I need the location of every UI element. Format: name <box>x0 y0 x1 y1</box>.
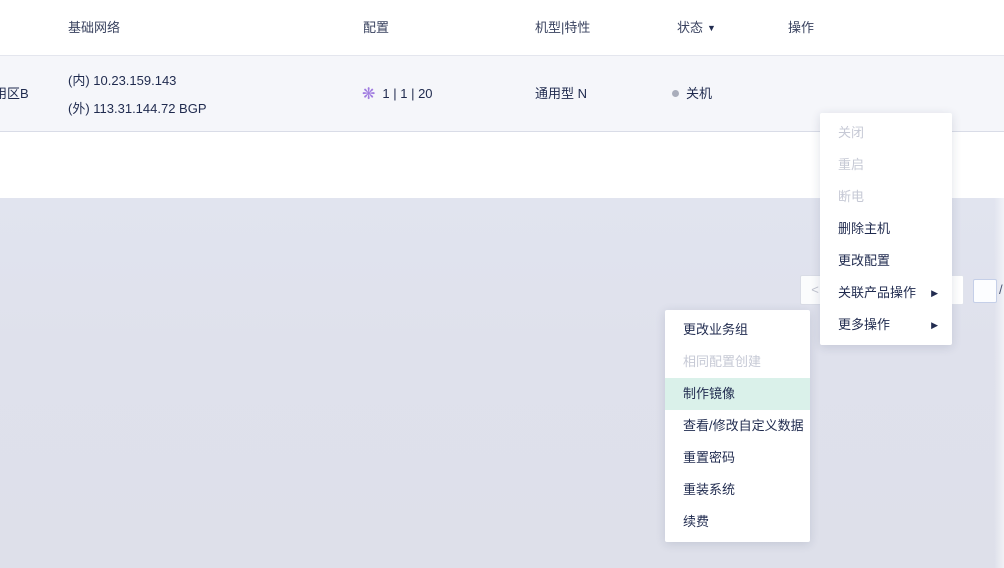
menu-item-view-edit-custom-data[interactable]: 查看/修改自定义数据 <box>665 410 810 442</box>
status-dot-icon <box>672 90 679 97</box>
status-text: 关机 <box>686 86 712 101</box>
console-page: 基础网络 配置 机型|特性 状态 ▼ 操作 可用区B (内) 10.23.159.… <box>0 0 1004 568</box>
menu-item-create-image[interactable]: 制作镜像 <box>665 378 810 410</box>
menu-item-label: 关联产品操作 <box>838 285 916 300</box>
col-header-network: 基础网络 <box>68 0 120 56</box>
menu-item-reinstall-system[interactable]: 重装系统 <box>665 474 810 506</box>
internal-ip: (内) 10.23.159.143 <box>68 67 207 95</box>
col-header-actions: 操作 <box>788 0 814 56</box>
config-flower-icon: ❋ <box>362 86 375 103</box>
filter-caret-icon: ▼ <box>707 0 716 56</box>
external-ip: (外) 113.31.144.72 BGP <box>68 95 207 123</box>
actions-dropdown-menu: 关闭 重启 断电 删除主机 更改配置 关联产品操作 ▶ 更多操作 ▶ <box>820 113 952 345</box>
menu-item-change-config[interactable]: 更改配置 <box>820 245 952 277</box>
menu-item-label: 更多操作 <box>838 317 890 332</box>
menu-item-reset-password[interactable]: 重置密码 <box>665 442 810 474</box>
submenu-arrow-icon: ▶ <box>931 277 938 309</box>
menu-item-power-off[interactable]: 断电 <box>820 181 952 213</box>
network-cell: (内) 10.23.159.143 (外) 113.31.144.72 BGP <box>68 67 207 123</box>
more-actions-submenu: 更改业务组 相同配置创建 制作镜像 查看/修改自定义数据 重置密码 重装系统 续… <box>665 310 810 542</box>
status-cell: 关机 <box>672 56 712 132</box>
col-header-config: 配置 <box>363 0 389 56</box>
menu-item-shutdown[interactable]: 关闭 <box>820 117 952 149</box>
machine-type-cell: 通用型 N <box>535 56 587 132</box>
menu-item-more-actions[interactable]: 更多操作 ▶ <box>820 309 952 341</box>
submenu-arrow-icon: ▶ <box>931 309 938 341</box>
page-total-slash: / <box>999 276 1003 304</box>
config-cell: ❋ 1 | 1 | 20 <box>362 56 433 132</box>
menu-item-renew[interactable]: 续费 <box>665 506 810 538</box>
menu-item-create-same-config[interactable]: 相同配置创建 <box>665 346 810 378</box>
col-header-status-filter[interactable]: 状态 ▼ <box>677 0 716 56</box>
table-header: 基础网络 配置 机型|特性 状态 ▼ 操作 <box>0 0 1004 56</box>
menu-item-related-product-actions[interactable]: 关联产品操作 ▶ <box>820 277 952 309</box>
col-header-status-label: 状态 <box>677 20 703 35</box>
backdrop-right-edge <box>994 198 1004 568</box>
page-jump-input[interactable] <box>973 279 997 303</box>
zone-label: 可用区B <box>0 56 29 132</box>
menu-item-change-business-group[interactable]: 更改业务组 <box>665 314 810 346</box>
menu-item-restart[interactable]: 重启 <box>820 149 952 181</box>
config-value: 1 | 1 | 20 <box>382 86 432 101</box>
menu-item-delete-host[interactable]: 删除主机 <box>820 213 952 245</box>
col-header-machine-type: 机型|特性 <box>535 0 590 56</box>
